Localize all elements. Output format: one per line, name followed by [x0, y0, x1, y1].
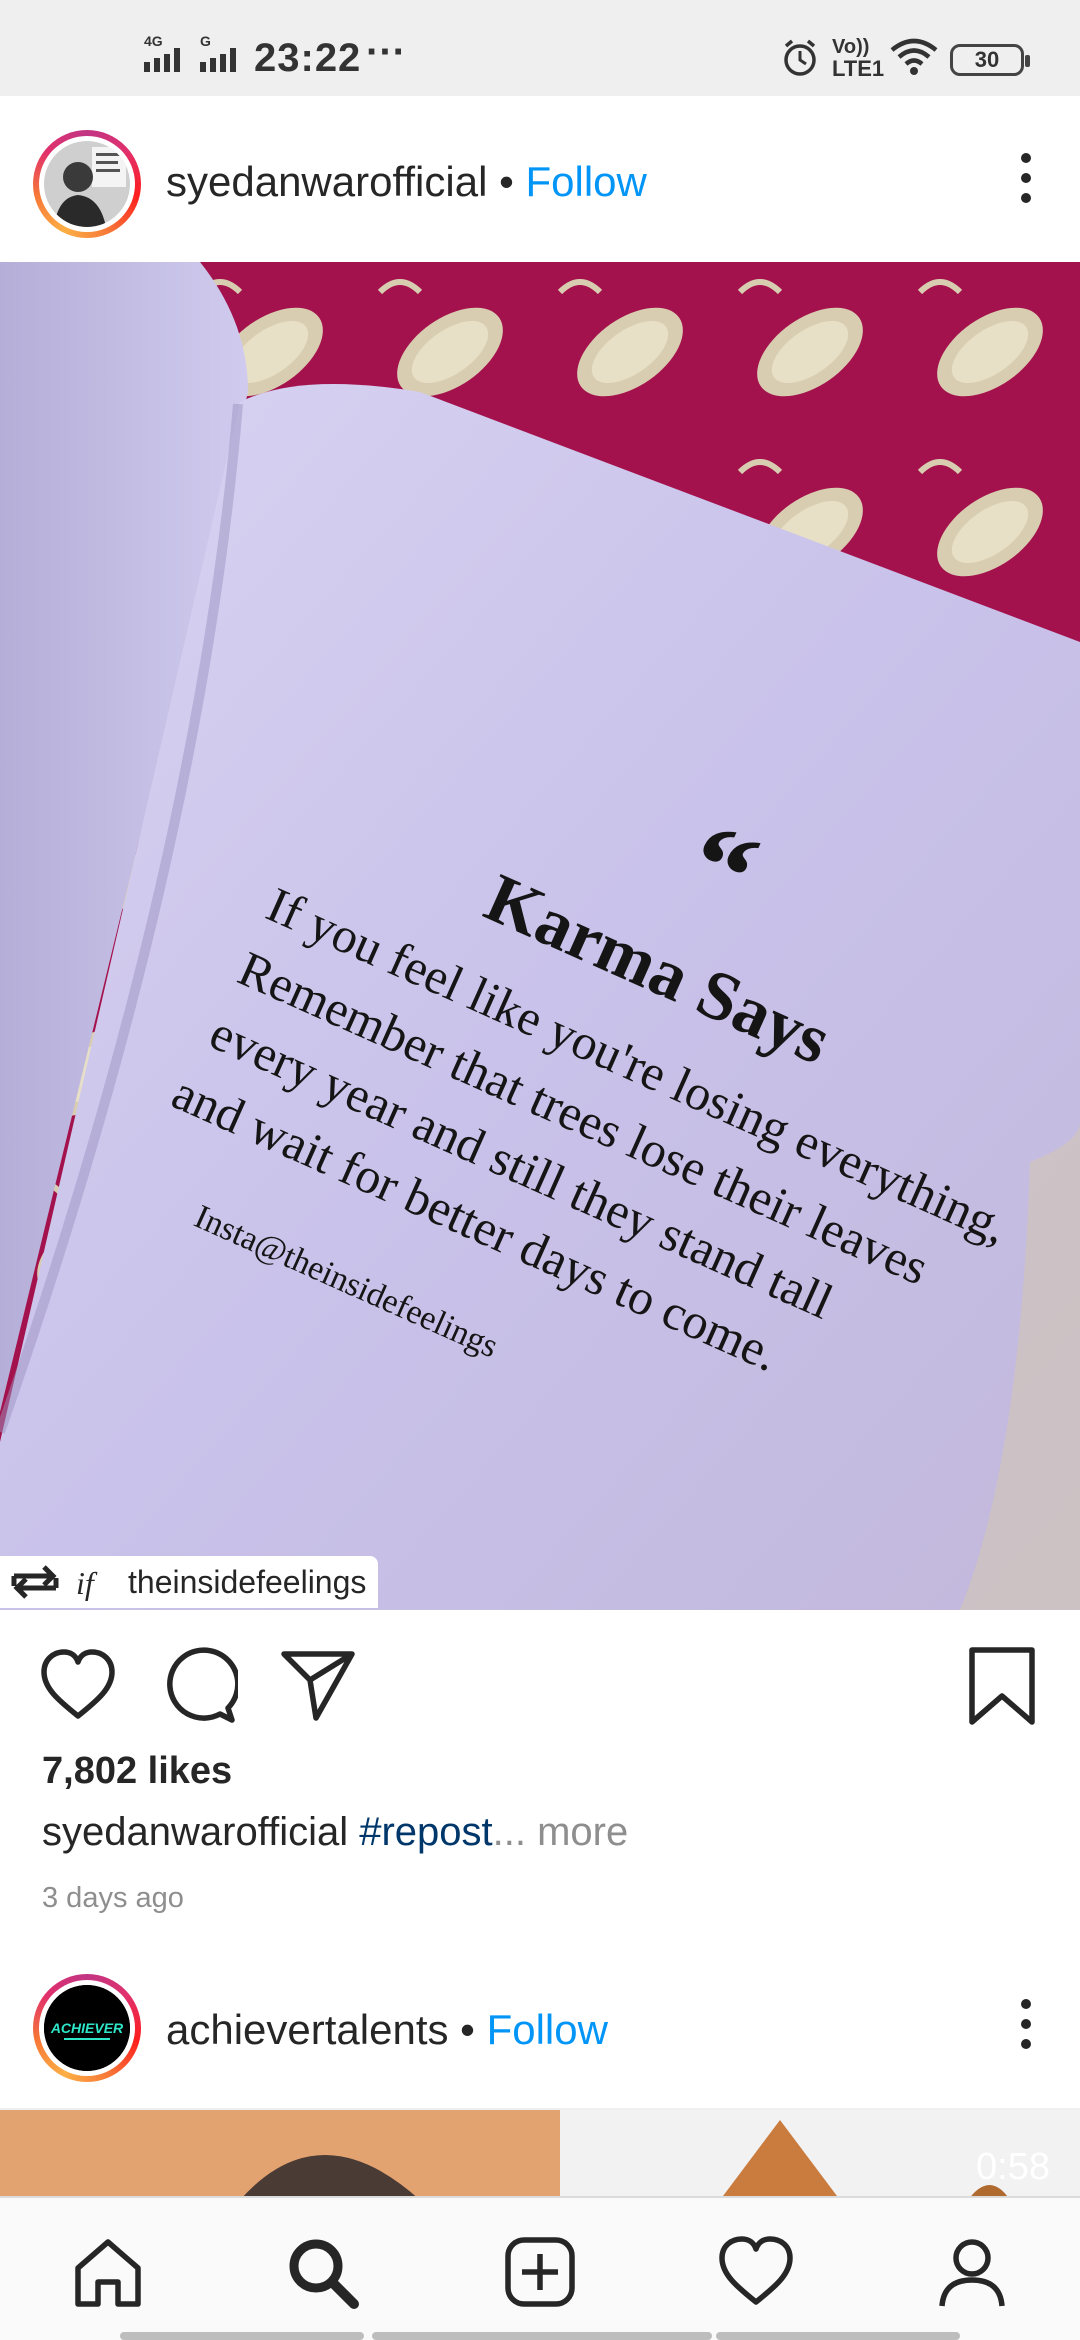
heart-icon[interactable]	[718, 2234, 794, 2310]
hashtag-link[interactable]: #repost	[359, 1810, 492, 1854]
gesture-bar	[716, 2332, 960, 2340]
wifi-icon	[890, 38, 938, 75]
comment-icon[interactable]	[158, 1646, 238, 1726]
heart-icon[interactable]	[38, 1646, 118, 1726]
more-options-icon[interactable]	[1008, 148, 1044, 208]
book-photo: “ Karma Says If you feel like you're los…	[0, 262, 1080, 1610]
gesture-bar	[120, 2332, 364, 2340]
notification-dots: ···	[366, 30, 406, 74]
search-icon[interactable]	[284, 2234, 360, 2310]
svg-text:G: G	[200, 34, 211, 49]
repost-source-name[interactable]: theinsidefeelings	[128, 1564, 366, 1601]
video-duration: 0:58	[976, 2146, 1050, 2188]
post-header: syedanwarofficial • Follow	[0, 96, 1080, 261]
profile-icon[interactable]	[934, 2234, 1010, 2310]
alarm-icon	[784, 39, 816, 76]
gesture-bar	[372, 2332, 712, 2340]
caption: syedanwarofficial #repost... more	[42, 1810, 628, 1855]
clock: 23:22	[254, 36, 362, 80]
caption-ellipsis: ...	[492, 1810, 526, 1854]
plus-square-icon[interactable]	[502, 2234, 578, 2310]
volte-icon: Vo)) LTE1	[832, 36, 885, 81]
more-link[interactable]: more	[526, 1810, 628, 1854]
likes-count[interactable]: 7,802 likes	[42, 1750, 232, 1793]
status-bar: 4G G 23:22 ··· Vo)) LTE1 30	[0, 0, 1080, 96]
signal-g-icon: G	[200, 34, 236, 72]
username-link[interactable]: achievertalents	[166, 2006, 449, 2053]
repost-tag[interactable]: if theinsidefeelings	[0, 1556, 378, 1608]
battery-icon: 30	[950, 44, 1030, 76]
svg-text:ACHIEVER: ACHIEVER	[50, 2020, 124, 2036]
signal-4g-icon: 4G	[144, 34, 180, 72]
separator-dot: •	[460, 2006, 475, 2053]
caption-username[interactable]: syedanwarofficial	[42, 1810, 348, 1854]
avatar[interactable]	[44, 141, 130, 227]
story-ring[interactable]	[33, 130, 141, 238]
post-timestamp: 3 days ago	[42, 1882, 184, 1914]
svg-text:4G: 4G	[144, 34, 163, 49]
separator-dot: •	[499, 158, 514, 205]
home-icon[interactable]	[70, 2234, 146, 2310]
post2-video[interactable]	[0, 2110, 1080, 2200]
bottom-navigation	[0, 2196, 1080, 2340]
follow-button[interactable]: Follow	[525, 158, 646, 205]
post2-header: ACHIEVER achievertalents • Follow	[0, 1942, 1080, 2107]
paper-plane-icon[interactable]	[278, 1646, 358, 1726]
svg-text:if: if	[76, 1565, 98, 1601]
more-options-icon[interactable]	[1008, 1994, 1044, 2054]
bookmark-icon[interactable]	[962, 1646, 1042, 1726]
avatar[interactable]: ACHIEVER	[44, 1985, 130, 2071]
follow-button[interactable]: Follow	[487, 2006, 608, 2053]
post-actions	[0, 1610, 1080, 1750]
post-image[interactable]: “ Karma Says If you feel like you're los…	[0, 262, 1080, 1610]
username-link[interactable]: syedanwarofficial	[166, 158, 487, 205]
repost-icon	[11, 1565, 59, 1599]
theinsidefeelings-logo-icon: if	[76, 1565, 98, 1601]
story-ring[interactable]: ACHIEVER	[33, 1974, 141, 2082]
